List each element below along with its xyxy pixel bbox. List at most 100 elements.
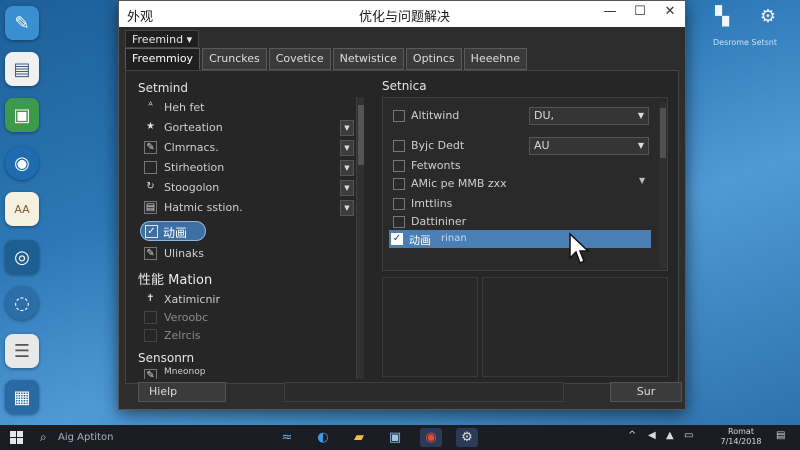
list-item-label: Stirheotion [164, 161, 225, 174]
task-view-icon[interactable]: ≈ [276, 428, 298, 447]
checkbox-checked[interactable]: ✓ [391, 233, 403, 245]
empty-panel-right [482, 277, 668, 377]
dropdown-arrow-icon[interactable]: ▼ [340, 140, 354, 156]
option-row[interactable]: AMic pe MMB zxx ▼ [391, 174, 649, 194]
tab-netwistice[interactable]: Netwistice [332, 48, 404, 70]
volume-icon[interactable]: ◀ [648, 430, 656, 441]
list-item[interactable]: Veroobc [142, 309, 354, 327]
taskbar-clock[interactable]: Romat 7/14/2018 [716, 427, 766, 447]
battery-icon[interactable]: ▭ [684, 430, 693, 441]
profile-dropdown-button[interactable]: Freemind ▾ [125, 30, 200, 48]
help-button[interactable]: Hielp [138, 382, 226, 402]
option-select[interactable]: DU, ▼ [529, 107, 649, 125]
list-item[interactable]: ᴬ Heh fet [142, 99, 354, 117]
file-manager-icon[interactable]: ▚ [708, 6, 736, 30]
option-row[interactable]: Imttlins [391, 194, 649, 214]
scroll-thumb[interactable] [358, 105, 364, 165]
list-item-label: Clmrnacs. [164, 141, 219, 154]
apps-grid-icon[interactable]: ▦ [5, 380, 39, 414]
left-scrollbar[interactable] [356, 97, 364, 379]
checkbox[interactable] [393, 110, 405, 122]
list-item[interactable]: Zelrcis [142, 327, 354, 345]
notification-icon[interactable]: ▤ [776, 430, 785, 441]
options-list-panel: Altitwind DU, ▼ Byjc Dedt AU ▼ Fetwonts AM… [382, 97, 668, 271]
chevron-down-icon[interactable]: ▼ [639, 176, 645, 185]
document-icon[interactable]: ▤ [5, 52, 39, 86]
notepad-icon[interactable]: ☰ [5, 334, 39, 368]
tab-optincs[interactable]: Optincs [405, 48, 462, 70]
title-bar[interactable]: 外观 优化与问题解决 — ☐ ✕ [119, 1, 685, 27]
checkbox-icon[interactable] [144, 311, 157, 324]
chevron-down-icon: ▼ [637, 141, 644, 150]
option-row[interactable]: Dattininer [391, 212, 649, 232]
gear-icon[interactable]: ⚙ [754, 6, 782, 30]
dropdown-arrow-icon[interactable]: ▼ [340, 120, 354, 136]
checkbox[interactable] [393, 198, 405, 210]
checkbox[interactable] [393, 216, 405, 228]
list-item-label: Mneonop [164, 367, 206, 377]
animation-toggle-label: 动画 [163, 226, 188, 240]
store-icon[interactable]: ▣ [384, 428, 406, 447]
list-item[interactable]: ✎ Mneonop [142, 367, 354, 379]
list-item[interactable]: ↻ Stoogolon ▼ [142, 179, 354, 197]
tab-covetice[interactable]: Covetice [268, 48, 331, 70]
option-label: Imttlins [411, 197, 453, 210]
dropdown-arrow-icon[interactable]: ▼ [340, 160, 354, 176]
edge-browser-icon[interactable]: ◐ [312, 428, 334, 447]
tab-freemmioy[interactable]: Freemmioy [125, 48, 201, 70]
chevron-up-icon[interactable]: ^ [628, 430, 636, 441]
chrome-icon[interactable]: ◉ [420, 428, 442, 447]
list-item-label: Hatmic sstion. [164, 201, 243, 214]
checkbox-icon[interactable] [144, 329, 157, 342]
checkbox[interactable] [393, 160, 405, 172]
list-item[interactable]: ✎ Ulinaks [142, 245, 354, 263]
ok-button[interactable]: Sur [610, 382, 682, 402]
mouse-cursor-icon [569, 232, 590, 265]
list-item[interactable]: ▤ Hatmic sstion. ▼ [142, 199, 354, 217]
performance-section-title: 性能 Mation [138, 273, 213, 288]
option-label: AMic pe MMB zxx [411, 177, 507, 190]
option-row[interactable]: Fetwonts [391, 156, 649, 176]
option-sub-label: rinan [441, 233, 467, 244]
close-button[interactable]: ✕ [657, 4, 683, 24]
clock-time: Romat [728, 427, 754, 436]
file-explorer-icon[interactable]: ▰ [348, 428, 370, 447]
checkbox[interactable] [393, 178, 405, 190]
eye-icon[interactable]: ◎ [5, 240, 39, 274]
letter-icon: ᴬ [148, 101, 153, 112]
maximize-button[interactable]: ☐ [627, 4, 653, 24]
search-placeholder: Aig Aptiton [58, 432, 114, 443]
taskbar-search[interactable]: ⌕ Aig Aptiton [36, 428, 186, 447]
option-row-selected[interactable]: ✓ 动画 rinan [389, 230, 651, 248]
list-item[interactable]: ★ Gorteation ▼ [142, 119, 354, 137]
photo-app-icon[interactable]: ▣ [5, 98, 39, 132]
list-item[interactable]: ✝ Xatimicnir [142, 291, 354, 309]
network-icon[interactable]: ▲ [666, 430, 674, 441]
text-document-icon[interactable]: AA [5, 192, 39, 226]
dropdown-arrow-icon[interactable]: ▼ [340, 200, 354, 216]
option-row[interactable]: Byjc Dedt AU ▼ [391, 136, 649, 156]
search-icon: ⌕ [40, 430, 47, 444]
desktop-icon-label: Desrome Setsnt [712, 38, 778, 47]
right-scrollbar[interactable] [659, 102, 667, 268]
checkbox-icon[interactable] [144, 161, 157, 174]
tab-crunckes[interactable]: Crunckes [202, 48, 267, 70]
list-item[interactable]: ✎ Clmrnacs. ▼ [142, 139, 354, 157]
tab-heeehne[interactable]: Heeehne [463, 48, 527, 70]
settings-app-icon[interactable]: ⚙ [456, 428, 478, 447]
paint-app-icon[interactable]: ✎ [5, 6, 39, 40]
browser-icon[interactable]: ◉ [5, 146, 39, 180]
dropdown-arrow-icon[interactable]: ▼ [340, 180, 354, 196]
minimize-button[interactable]: — [597, 4, 623, 24]
power-circle-icon[interactable]: ◌ [5, 286, 39, 320]
option-select[interactable]: AU ▼ [529, 137, 649, 155]
checkbox[interactable] [393, 140, 405, 152]
scroll-thumb[interactable] [660, 108, 666, 158]
animation-toggle-pill[interactable]: ✓ 动画 [140, 221, 206, 241]
settings-window: 外观 优化与问题解决 — ☐ ✕ Freemind ▾ Freemmioy Cr… [118, 0, 686, 410]
start-windows-icon[interactable] [10, 431, 24, 445]
left-settings-pane: Setmind ᴬ Heh fet ★ Gorteation ▼ ✎ Clmrn… [134, 77, 364, 379]
option-label: Altitwind [411, 109, 460, 122]
list-item[interactable]: Stirheotion ▼ [142, 159, 354, 177]
option-row[interactable]: Altitwind DU, ▼ [391, 106, 649, 126]
